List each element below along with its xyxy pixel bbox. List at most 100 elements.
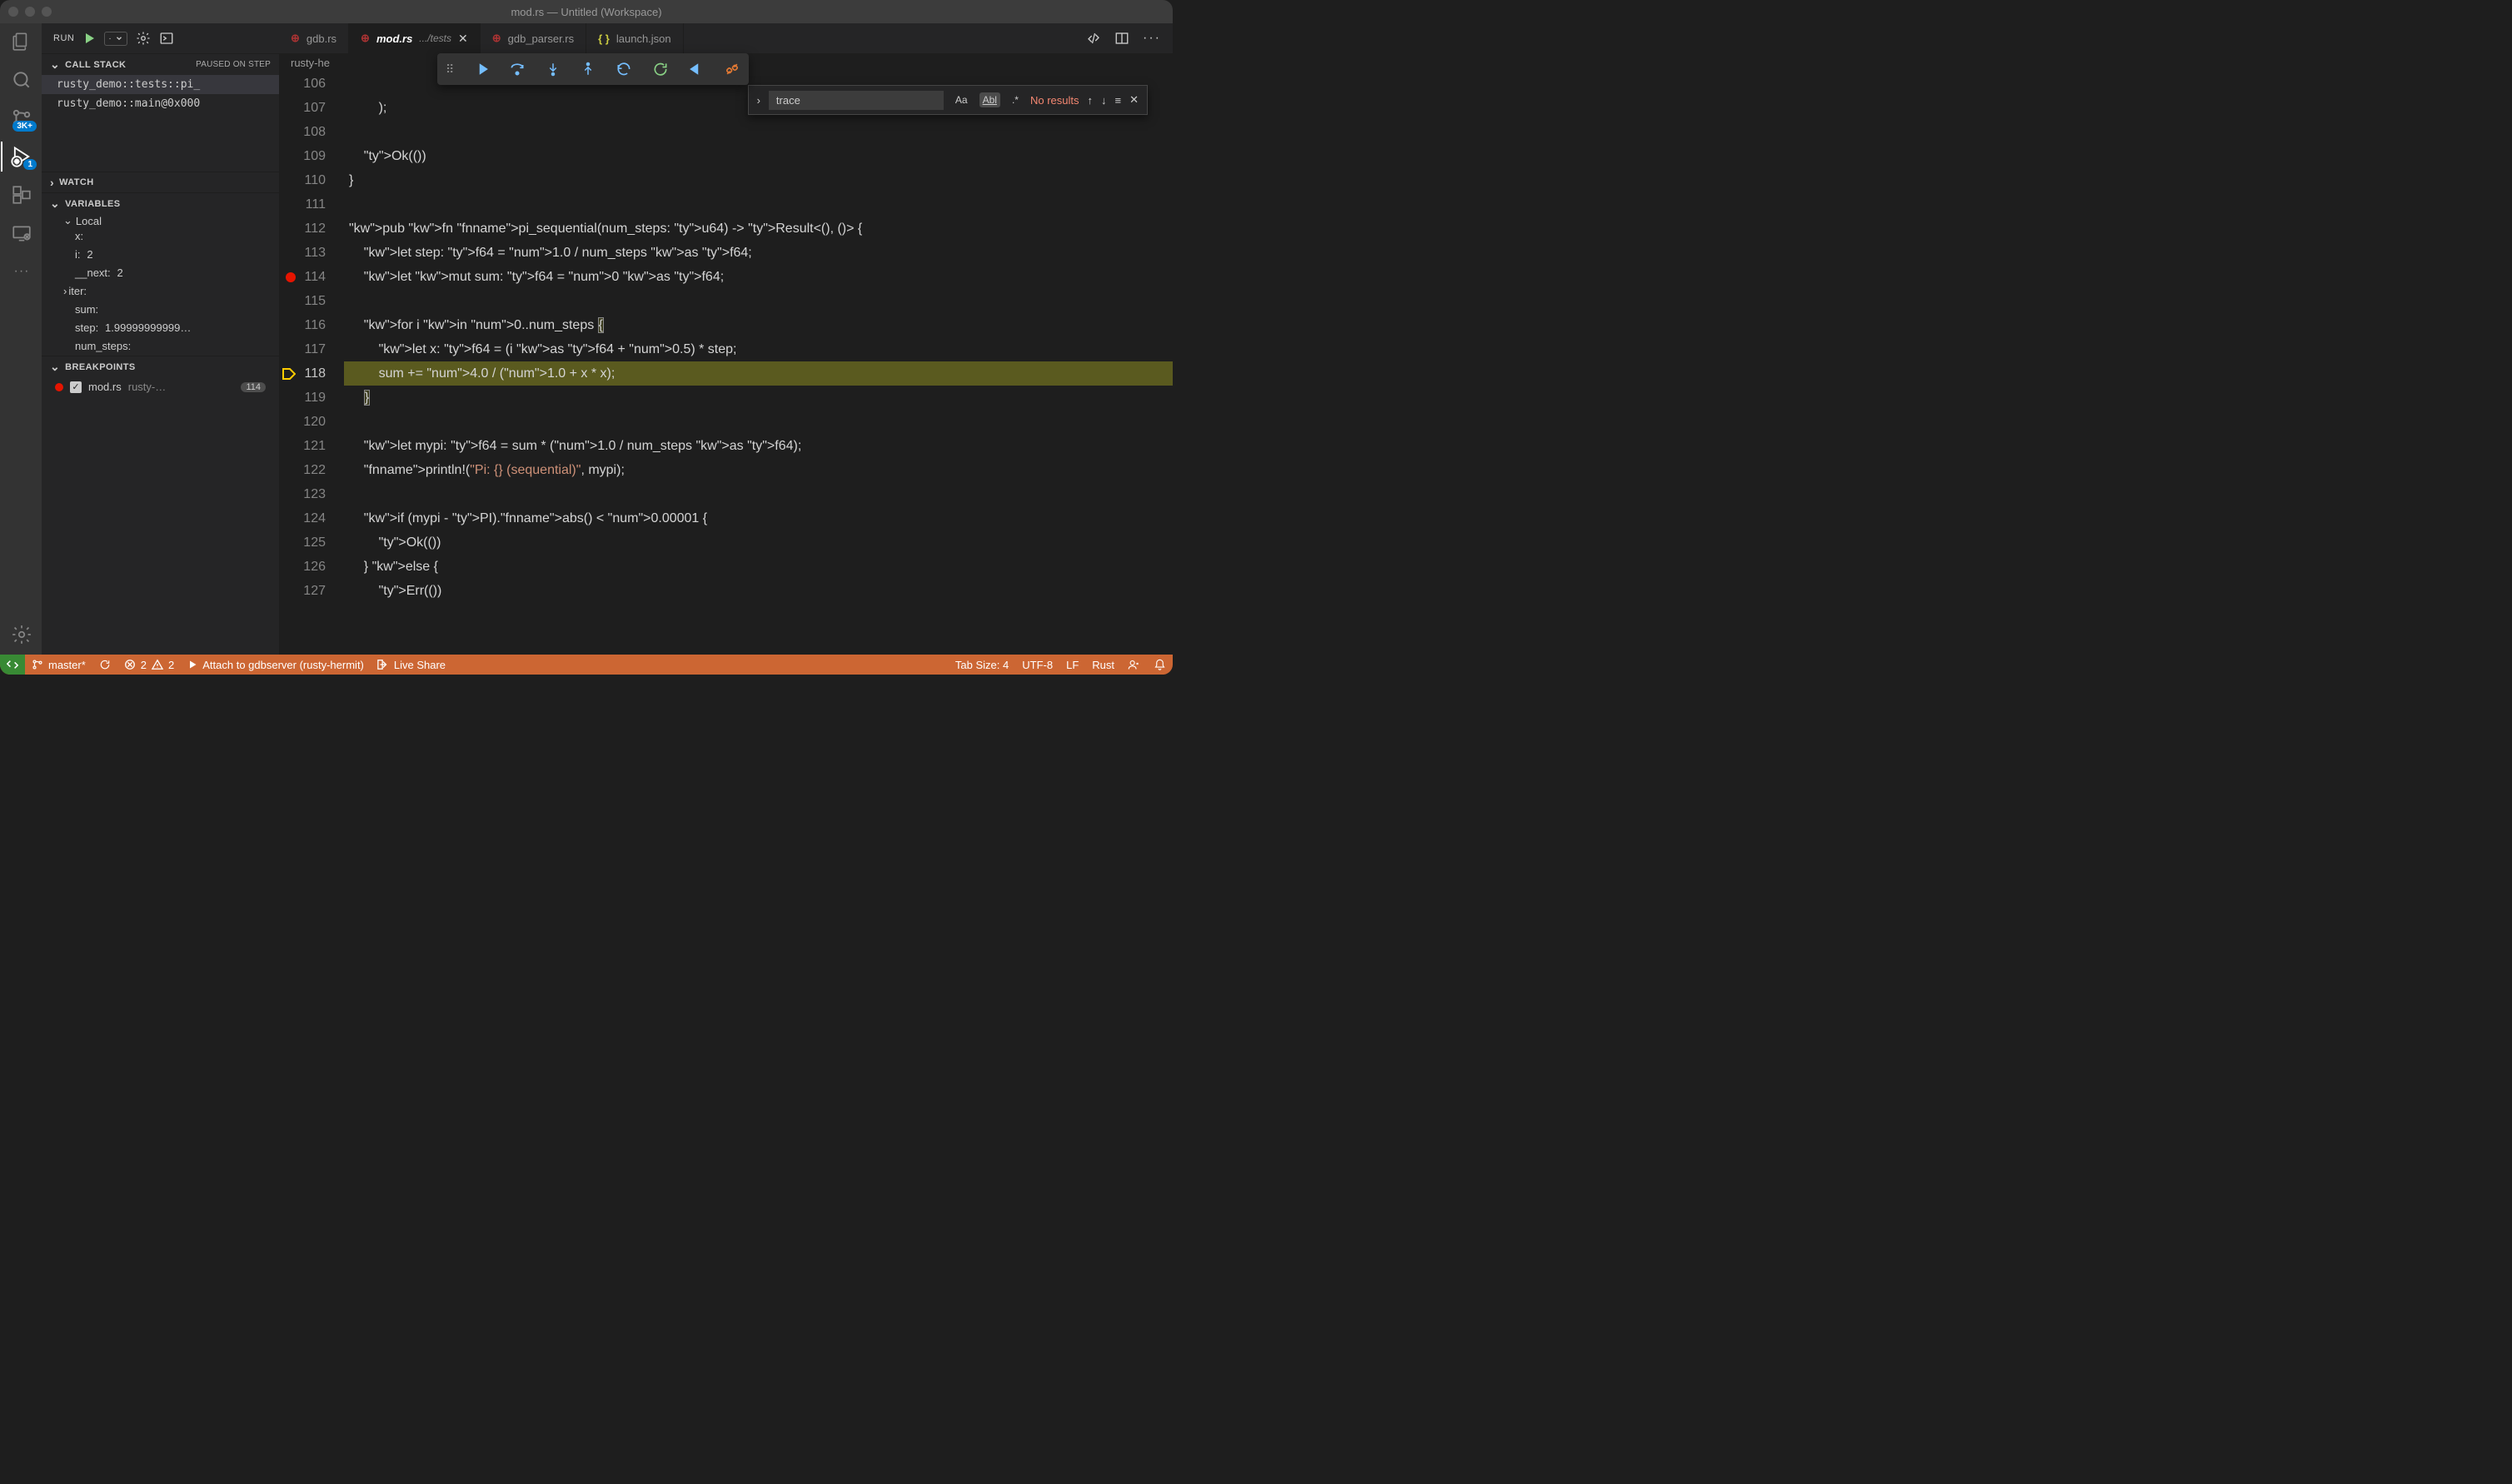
- breakpoints-header[interactable]: ⌄ BREAKPOINTS: [42, 356, 279, 377]
- variable-row[interactable]: ›iter:: [42, 282, 279, 301]
- variable-row[interactable]: x:: [42, 227, 279, 246]
- line-number[interactable]: 127: [279, 579, 326, 603]
- code-line[interactable]: "ty">Err(()): [344, 579, 1173, 603]
- feedback-icon[interactable]: [1121, 659, 1147, 671]
- line-number[interactable]: 124: [279, 506, 326, 530]
- line-number[interactable]: 108: [279, 120, 326, 144]
- line-number[interactable]: 115: [279, 289, 326, 313]
- next-match-icon[interactable]: ↓: [1101, 94, 1107, 107]
- language-mode[interactable]: Rust: [1085, 659, 1121, 671]
- drag-handle-icon[interactable]: ⠿: [446, 62, 454, 77]
- close-tab-icon[interactable]: ✕: [458, 32, 468, 46]
- code-line[interactable]: [344, 410, 1173, 434]
- code-line[interactable]: "kw">let mypi: "ty">f64 = sum * ("num">1…: [344, 434, 1173, 458]
- step-into-button[interactable]: [546, 62, 561, 77]
- line-number[interactable]: 109: [279, 144, 326, 168]
- start-debug-button[interactable]: [82, 32, 96, 45]
- remote-indicator[interactable]: [0, 655, 25, 675]
- editor-tab[interactable]: ⊕mod.rs.../tests✕: [349, 23, 481, 53]
- match-case-button[interactable]: Aa: [952, 92, 971, 107]
- window-controls[interactable]: [8, 7, 52, 17]
- code-line[interactable]: "kw">let step: "ty">f64 = "num">1.0 / nu…: [344, 241, 1173, 265]
- code-line[interactable]: "ty">Ok(()): [344, 144, 1173, 168]
- variable-row[interactable]: num_steps:: [42, 337, 279, 356]
- line-number[interactable]: 113: [279, 241, 326, 265]
- code-line[interactable]: [344, 192, 1173, 217]
- editor-tab[interactable]: ⊕gdb.rs: [279, 23, 349, 53]
- problems-indicator[interactable]: 2 2: [117, 655, 181, 675]
- code-line[interactable]: "kw">let x: "ty">f64 = (i "kw">as "ty">f…: [344, 337, 1173, 361]
- code-line[interactable]: "ty">Ok(()): [344, 530, 1173, 555]
- more-actions-icon[interactable]: ···: [1143, 31, 1161, 46]
- variable-row[interactable]: step: 1.99999999999…: [42, 319, 279, 337]
- breakpoint-checkbox[interactable]: ✓: [70, 381, 82, 393]
- line-number[interactable]: 111: [279, 192, 326, 217]
- line-number[interactable]: 117: [279, 337, 326, 361]
- line-number[interactable]: 107: [279, 96, 326, 120]
- compare-changes-icon[interactable]: [1086, 31, 1101, 46]
- regex-button[interactable]: .*: [1009, 92, 1022, 107]
- explorer-icon[interactable]: [10, 30, 33, 53]
- editor-tab[interactable]: { }launch.json: [586, 23, 684, 53]
- step-back-button[interactable]: [616, 61, 632, 77]
- variable-row[interactable]: sum:: [42, 301, 279, 319]
- close-find-icon[interactable]: ✕: [1129, 93, 1139, 107]
- code-line[interactable]: } "kw">else {: [344, 555, 1173, 579]
- code-line[interactable]: "kw">let "kw">mut sum: "ty">f64 = "num">…: [344, 265, 1173, 289]
- variable-row[interactable]: i: 2: [42, 246, 279, 264]
- line-number[interactable]: 110: [279, 168, 326, 192]
- line-number[interactable]: 118: [279, 361, 326, 386]
- restart-button[interactable]: [652, 61, 669, 77]
- notifications-icon[interactable]: [1147, 659, 1173, 671]
- callstack-frame[interactable]: rusty_demo::main@0x000: [42, 94, 279, 113]
- find-input[interactable]: [769, 91, 944, 110]
- eol[interactable]: LF: [1059, 659, 1085, 671]
- code-line[interactable]: "kw">for i "kw">in "num">0..num_steps {: [344, 313, 1173, 337]
- line-number[interactable]: 114: [279, 265, 326, 289]
- line-number[interactable]: 125: [279, 530, 326, 555]
- more-icon[interactable]: ···: [10, 260, 33, 283]
- live-share[interactable]: Live Share: [371, 655, 452, 675]
- sync-button[interactable]: [92, 655, 117, 675]
- breakpoint-icon[interactable]: [286, 272, 296, 282]
- variables-header[interactable]: ⌄ VARIABLES: [42, 193, 279, 214]
- remote-explorer-icon[interactable]: [10, 222, 33, 245]
- maximize-icon[interactable]: [42, 7, 52, 17]
- tab-size[interactable]: Tab Size: 4: [949, 659, 1015, 671]
- prev-match-icon[interactable]: ↑: [1088, 94, 1094, 107]
- callstack-frame[interactable]: rusty_demo::tests::pi_: [42, 75, 279, 94]
- run-debug-icon[interactable]: 1: [10, 145, 33, 168]
- line-number[interactable]: 119: [279, 386, 326, 410]
- line-number[interactable]: 122: [279, 458, 326, 482]
- line-number[interactable]: 126: [279, 555, 326, 579]
- search-icon[interactable]: [10, 68, 33, 92]
- breakpoint-row[interactable]: ✓ mod.rs rusty-… 114: [42, 377, 279, 396]
- close-icon[interactable]: [8, 7, 18, 17]
- step-over-button[interactable]: [509, 61, 526, 77]
- source-control-icon[interactable]: 3K+: [10, 107, 33, 130]
- encoding[interactable]: UTF-8: [1015, 659, 1059, 671]
- line-number[interactable]: 121: [279, 434, 326, 458]
- code-line[interactable]: sum += "num">4.0 / ("num">1.0 + x * x);: [344, 361, 1173, 386]
- step-out-button[interactable]: [581, 62, 596, 77]
- disconnect-button[interactable]: [724, 61, 740, 77]
- minimize-icon[interactable]: [25, 7, 35, 17]
- debug-settings-button[interactable]: [136, 31, 151, 46]
- line-number[interactable]: 112: [279, 217, 326, 241]
- code-line[interactable]: "kw">if (mypi - "ty">PI)."fnname">abs() …: [344, 506, 1173, 530]
- match-whole-word-button[interactable]: Abl: [979, 92, 1000, 107]
- settings-gear-icon[interactable]: [10, 623, 33, 646]
- line-number[interactable]: 120: [279, 410, 326, 434]
- toggle-replace-icon[interactable]: ›: [757, 94, 760, 107]
- code-line[interactable]: [344, 482, 1173, 506]
- find-in-selection-icon[interactable]: ≡: [1115, 94, 1122, 107]
- line-number[interactable]: 123: [279, 482, 326, 506]
- code-line[interactable]: }: [344, 386, 1173, 410]
- continue-button[interactable]: [474, 62, 489, 77]
- debug-target[interactable]: Attach to gdbserver (rusty-hermit): [181, 655, 371, 675]
- code-editor[interactable]: 1061071081091101111121131141151161171181…: [279, 72, 1173, 655]
- line-number[interactable]: 116: [279, 313, 326, 337]
- git-branch[interactable]: master*: [25, 655, 92, 675]
- variables-scope-local[interactable]: ⌄ Local: [42, 214, 279, 227]
- variable-row[interactable]: __next: 2: [42, 264, 279, 282]
